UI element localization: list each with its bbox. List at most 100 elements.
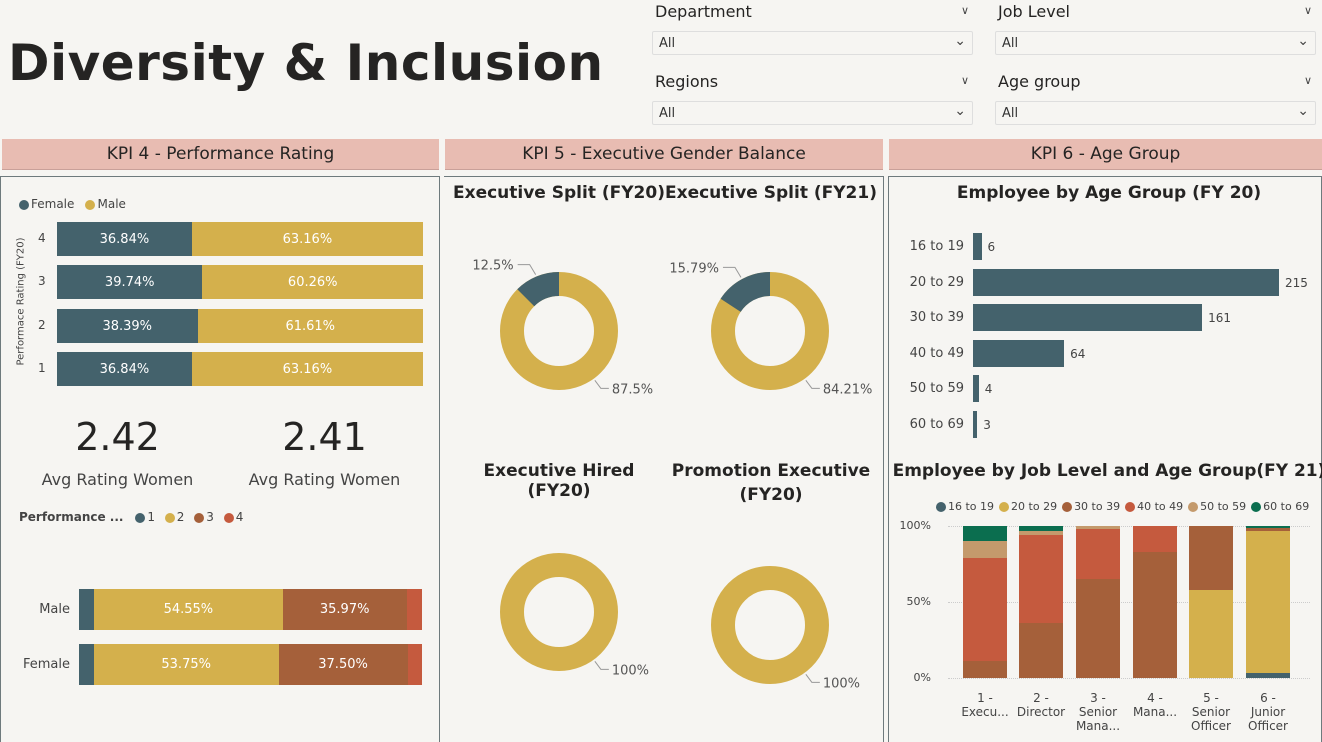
chevron-down-icon: ⌄	[1297, 103, 1309, 119]
stacked-segment[interactable]	[1019, 623, 1063, 678]
job-level-label: Job Level	[998, 2, 1070, 21]
regions-dropdown[interactable]: All ⌄	[652, 101, 973, 125]
stacked-segment[interactable]	[1019, 535, 1063, 624]
stacked-segment[interactable]	[963, 526, 1007, 542]
kpi5-header: KPI 5 - Executive Gender Balance	[445, 139, 883, 170]
age-bar[interactable]	[973, 304, 1203, 331]
rating-2-dot-icon	[164, 512, 175, 523]
stacked-legend-label: 40 to 49	[1137, 500, 1184, 513]
stacked-segment[interactable]	[963, 661, 1007, 678]
age-bar[interactable]	[973, 268, 1279, 296]
legend-rating-1[interactable]: 1	[135, 510, 155, 524]
x-label-line: Officer	[1191, 719, 1231, 733]
donut-female-arc	[517, 272, 560, 307]
age-bar[interactable]	[973, 233, 982, 260]
age-group-slicer-header[interactable]: Age group ∨	[998, 72, 1316, 98]
department-slicer-header[interactable]: Department ∨	[655, 2, 973, 28]
stacked-segment[interactable]	[1019, 530, 1063, 536]
chevron-down-icon: ⌄	[954, 33, 966, 49]
perf-legend: Female Male	[19, 193, 132, 212]
department-dropdown[interactable]: All ⌄	[652, 31, 973, 55]
stacked-legend-item[interactable]: 50 to 59	[1188, 500, 1246, 513]
perf-dist-segment-3[interactable]: 35.97%	[282, 589, 407, 630]
regions-slicer-header[interactable]: Regions ∨	[655, 72, 973, 98]
age-group-label: Age group	[998, 72, 1081, 91]
stacked-segment[interactable]	[1246, 526, 1290, 528]
stacked-x-label: 4 - Mana...	[1125, 691, 1185, 719]
legend-male[interactable]: Male	[85, 197, 126, 211]
legend-rating-2[interactable]: 2	[164, 510, 184, 524]
male-segment[interactable]: 60.26%	[202, 265, 423, 299]
rating-3-dot-icon	[194, 512, 205, 523]
perf-bar-row[interactable]: 38.39% 61.61%	[57, 309, 423, 343]
job-level-dropdown[interactable]: All ⌄	[995, 31, 1316, 55]
stacked-segment[interactable]	[1189, 526, 1233, 590]
perf-dist-segment-4[interactable]	[406, 589, 422, 630]
chevron-down-icon[interactable]: ∨	[961, 74, 969, 87]
stacked-legend-item[interactable]: 60 to 69	[1251, 500, 1309, 513]
age-group-dropdown[interactable]: All ⌄	[995, 101, 1316, 125]
perf-dist-row[interactable]: 53.75% 37.50%	[79, 644, 422, 685]
stacked-x-label: 3 - Senior Mana...	[1068, 691, 1128, 733]
stacked-legend-item[interactable]: 30 to 39	[1062, 500, 1120, 513]
legend-rating-3[interactable]: 3	[194, 510, 214, 524]
perf-dist-segment-2[interactable]: 53.75%	[93, 644, 279, 685]
chevron-down-icon[interactable]: ∨	[961, 4, 969, 17]
stacked-segment[interactable]	[1246, 527, 1290, 531]
stacked-segment[interactable]	[1189, 589, 1233, 678]
perf-y-tick: 1	[38, 361, 46, 375]
leader-line	[594, 380, 609, 389]
age-bar-value: 3	[983, 417, 991, 432]
male-segment[interactable]: 63.16%	[191, 222, 423, 256]
female-segment[interactable]: 36.84%	[57, 352, 192, 386]
x-label-line: 3 -	[1090, 691, 1106, 705]
male-segment[interactable]: 61.61%	[197, 309, 423, 343]
stacked-legend-item[interactable]: 40 to 49	[1125, 500, 1183, 513]
perf-dist-segment-1[interactable]	[79, 644, 94, 685]
donut-male-ring	[500, 272, 618, 390]
stacked-segment[interactable]	[1133, 526, 1177, 552]
stacked-segment[interactable]	[1076, 579, 1120, 678]
stacked-segment[interactable]	[1076, 526, 1120, 530]
perf-dist-segment-2[interactable]: 54.55%	[94, 589, 283, 630]
perf-bar-row[interactable]: 36.84% 63.16%	[57, 222, 423, 256]
age-category-label: 30 to 39	[909, 310, 964, 325]
avg-rating-value-1: 2.42	[75, 415, 160, 459]
legend-rating-4[interactable]: 4	[223, 510, 243, 524]
chevron-down-icon[interactable]: ∨	[1304, 4, 1312, 17]
female-segment[interactable]: 38.39%	[57, 309, 198, 343]
stacked-segment[interactable]	[1246, 673, 1290, 678]
female-segment[interactable]: 36.84%	[57, 222, 192, 256]
perf-dist-row[interactable]: 54.55% 35.97%	[79, 589, 422, 630]
chevron-down-icon[interactable]: ∨	[1304, 74, 1312, 87]
job-level-slicer-header[interactable]: Job Level ∨	[998, 2, 1316, 28]
stacked-segment[interactable]	[963, 541, 1007, 558]
regions-value: All	[659, 106, 676, 121]
legend-female[interactable]: Female	[19, 197, 74, 211]
stacked-segment[interactable]	[1076, 529, 1120, 580]
age-bar[interactable]	[973, 339, 1065, 367]
perf-dist-row-label: Female	[22, 657, 70, 672]
stacked-legend-item[interactable]: 16 to 19	[936, 500, 994, 513]
x-label-line: Mana...	[1132, 705, 1178, 719]
age-bar-value: 6	[987, 240, 996, 254]
perf-dist-segment-4[interactable]	[407, 644, 422, 685]
donut-large-label: 84.21%	[823, 382, 873, 397]
kpi4-header: KPI 4 - Performance Rating	[2, 139, 439, 170]
age-bar-value: 4	[984, 382, 993, 396]
perf-bar-row[interactable]: 39.74% 60.26%	[57, 265, 423, 299]
stacked-segment[interactable]	[1133, 551, 1177, 678]
age-bar[interactable]	[973, 375, 979, 402]
donut-large-label: 100%	[612, 663, 649, 678]
perf-bar-row[interactable]: 36.84% 63.16%	[57, 352, 423, 386]
perf-dist-segment-1[interactable]	[79, 589, 95, 630]
stacked-segment[interactable]	[1019, 526, 1063, 531]
stacked-segment[interactable]	[1246, 530, 1290, 674]
age-bar[interactable]	[973, 410, 978, 438]
female-segment[interactable]: 39.74%	[57, 265, 203, 299]
male-segment[interactable]: 63.16%	[191, 352, 423, 386]
stacked-segment[interactable]	[963, 557, 1007, 662]
stacked-legend-item[interactable]: 20 to 29	[999, 500, 1057, 513]
kpi6-header: KPI 6 - Age Group	[889, 139, 1322, 170]
perf-dist-segment-3[interactable]: 37.50%	[278, 644, 408, 685]
